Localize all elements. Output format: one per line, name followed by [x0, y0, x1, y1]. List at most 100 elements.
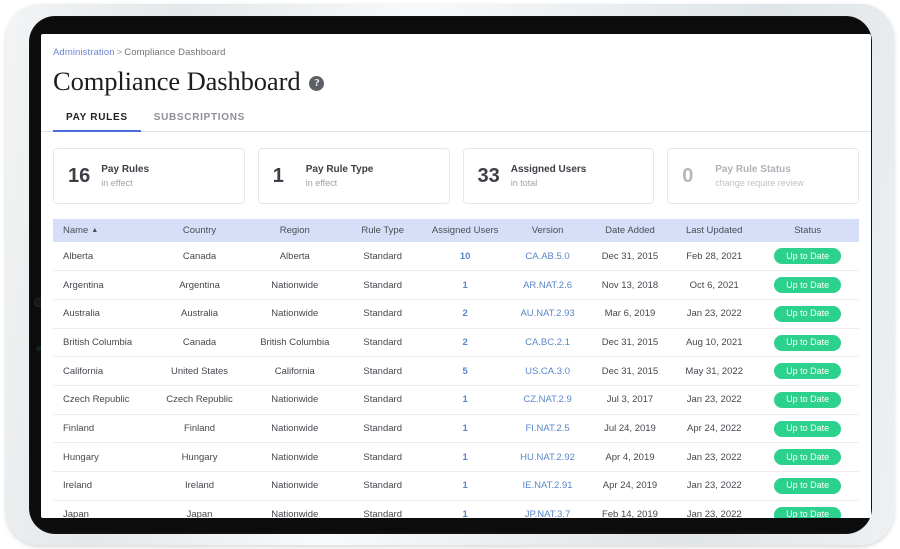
column-header-assigned-users[interactable]: Assigned Users — [423, 219, 508, 243]
help-circle-icon[interactable]: ? — [309, 76, 325, 92]
assigned-users-link[interactable]: 1 — [462, 452, 467, 463]
cell-name: Alberta — [53, 242, 152, 272]
cell-region: Nationwide — [247, 270, 343, 301]
assigned-users-link[interactable]: 5 — [462, 366, 467, 377]
breadcrumb-current: Compliance Dashboard — [124, 47, 226, 58]
cell-version: CA.BC.2.1 — [507, 328, 588, 358]
version-link[interactable]: CZ.NAT.2.9 — [523, 394, 571, 405]
cell-last-updated: May 31, 2022 — [672, 356, 757, 387]
table-row[interactable]: Finland Finland Nationwide Standard 1 FI.NAT.… — [53, 414, 859, 444]
cell-country: Czech Republic — [151, 385, 248, 415]
column-header-status[interactable]: Status — [756, 219, 859, 243]
column-header-date-added[interactable]: Date Added — [587, 219, 673, 243]
stat-value-assigned-users: 33 — [477, 165, 500, 188]
status-badge[interactable]: Up to Date — [774, 391, 842, 408]
version-link[interactable]: CA.BC.2.1 — [525, 337, 570, 348]
table-row[interactable]: Hungary Hungary Nationwide Standard 1 HU.NAT.… — [53, 442, 859, 473]
assigned-users-link[interactable]: 10 — [460, 251, 471, 262]
version-link[interactable]: JP.NAT.3.7 — [525, 509, 571, 518]
version-link[interactable]: US.CA.3.0 — [525, 366, 570, 377]
assigned-users-link[interactable]: 1 — [462, 280, 467, 291]
column-header-rule-type[interactable]: Rule Type — [342, 219, 423, 243]
stat-label-pay-rules: Pay Rules — [101, 163, 150, 175]
cell-assigned-users: 1 — [423, 414, 508, 444]
cell-region: Nationwide — [247, 500, 343, 518]
cell-assigned-users: 1 — [423, 500, 508, 518]
cell-region: British Columbia — [247, 328, 343, 358]
table-row[interactable]: Alberta Canada Alberta Standard 10 CA.AB.5.0 D… — [53, 242, 859, 272]
breadcrumb-separator: > — [116, 47, 123, 58]
cell-status: Up to Date — [756, 442, 859, 473]
cell-status: Up to Date — [756, 270, 859, 301]
cell-version: CA.AB.5.0 — [507, 242, 588, 272]
cell-version: FI.NAT.2.5 — [507, 414, 588, 444]
version-link[interactable]: AR.NAT.2.6 — [523, 280, 572, 291]
cell-assigned-users: 1 — [423, 442, 508, 473]
cell-name: Ireland — [53, 471, 152, 501]
column-header-name[interactable]: Name ▲ — [53, 219, 152, 243]
column-header-last-updated[interactable]: Last Updated — [672, 219, 757, 243]
stat-text-pay-rules: Pay Rules in effect — [101, 164, 149, 189]
status-badge[interactable]: Up to Date — [774, 449, 842, 466]
tab-pay-rules[interactable]: PAY RULES — [53, 112, 141, 133]
status-badge[interactable]: Up to Date — [774, 506, 842, 518]
cell-last-updated: Aug 10, 2021 — [672, 328, 757, 358]
cell-name: Czech Republic — [53, 385, 152, 415]
version-link[interactable]: FI.NAT.2.5 — [525, 423, 569, 434]
stat-sublabel-assigned-users: in total — [510, 177, 538, 188]
cell-status: Up to Date — [756, 242, 859, 272]
cell-date-added: Jul 24, 2019 — [587, 414, 673, 444]
table-row[interactable]: Czech Republic Czech Republic Nationwide St… — [53, 385, 859, 415]
cell-country: Hungary — [151, 442, 248, 473]
version-link[interactable]: IE.NAT.2.91 — [523, 480, 573, 491]
status-badge[interactable]: Up to Date — [774, 420, 842, 437]
assigned-users-link[interactable]: 1 — [462, 480, 467, 491]
stat-label-assigned-users: Assigned Users — [510, 163, 587, 175]
cell-status: Up to Date — [756, 500, 859, 518]
cell-date-added: Apr 4, 2019 — [587, 442, 673, 473]
status-badge[interactable]: Up to Date — [774, 334, 842, 351]
summary-stat-cards: 16 Pay Rules in effect 1 Pay Rule Type in eff… — [41, 132, 871, 205]
table-row[interactable]: Japan Japan Nationwide Standard 1 JP.NAT.3.7 F… — [53, 500, 859, 518]
cell-rule-type: Standard — [342, 270, 423, 301]
stat-card-pay-rules[interactable]: 16 Pay Rules in effect — [53, 148, 245, 205]
table-row[interactable]: Australia Australia Nationwide Standard 2 AU.… — [53, 299, 859, 329]
cell-name: Hungary — [53, 442, 152, 473]
table-row[interactable]: California United States California Standar… — [53, 356, 859, 387]
assigned-users-link[interactable]: 2 — [462, 308, 467, 319]
cell-rule-type: Standard — [342, 356, 423, 387]
stat-card-pay-rule-status[interactable]: 0 Pay Rule Status change require review — [667, 148, 859, 205]
status-badge[interactable]: Up to Date — [774, 248, 842, 265]
status-badge[interactable]: Up to Date — [774, 305, 842, 322]
status-badge[interactable]: Up to Date — [774, 277, 842, 294]
cell-date-added: Dec 31, 2015 — [587, 328, 673, 358]
status-badge[interactable]: Up to Date — [774, 477, 842, 494]
cell-version: AR.NAT.2.6 — [507, 270, 588, 301]
version-link[interactable]: CA.AB.5.0 — [525, 251, 569, 262]
tab-subscriptions[interactable]: SUBSCRIPTIONS — [141, 112, 258, 131]
column-header-region[interactable]: Region — [247, 219, 343, 243]
cell-region: Nationwide — [247, 385, 343, 415]
assigned-users-link[interactable]: 1 — [462, 509, 467, 518]
table-row[interactable]: Argentina Argentina Nationwide Standard 1 AR.… — [53, 270, 859, 301]
stat-card-pay-rule-type[interactable]: 1 Pay Rule Type in effect — [257, 148, 450, 205]
column-header-label: Status — [794, 225, 822, 237]
status-badge[interactable]: Up to Date — [774, 363, 842, 380]
assigned-users-link[interactable]: 1 — [462, 394, 467, 405]
version-link[interactable]: HU.NAT.2.92 — [520, 452, 575, 463]
column-header-label: Last Updated — [685, 225, 743, 237]
page-header: Compliance Dashboard ? — [41, 58, 871, 96]
column-header-country[interactable]: Country — [151, 219, 248, 243]
stat-card-assigned-users[interactable]: 33 Assigned Users in total — [462, 148, 655, 205]
version-link[interactable]: AU.NAT.2.93 — [520, 308, 574, 319]
column-header-version[interactable]: Version — [507, 219, 588, 243]
cell-assigned-users: 1 — [423, 471, 508, 501]
cell-name: Japan — [53, 500, 152, 518]
assigned-users-link[interactable]: 2 — [462, 337, 467, 348]
table-row[interactable]: Ireland Ireland Nationwide Standard 1 IE.NAT.… — [53, 471, 859, 501]
breadcrumb-link-administration[interactable]: Administration — [53, 47, 115, 58]
table-row[interactable]: British Columbia Canada British Columbia St… — [53, 328, 859, 358]
assigned-users-link[interactable]: 1 — [462, 423, 467, 434]
cell-last-updated: Jan 23, 2022 — [672, 385, 757, 415]
cell-version: AU.NAT.2.93 — [507, 299, 588, 329]
